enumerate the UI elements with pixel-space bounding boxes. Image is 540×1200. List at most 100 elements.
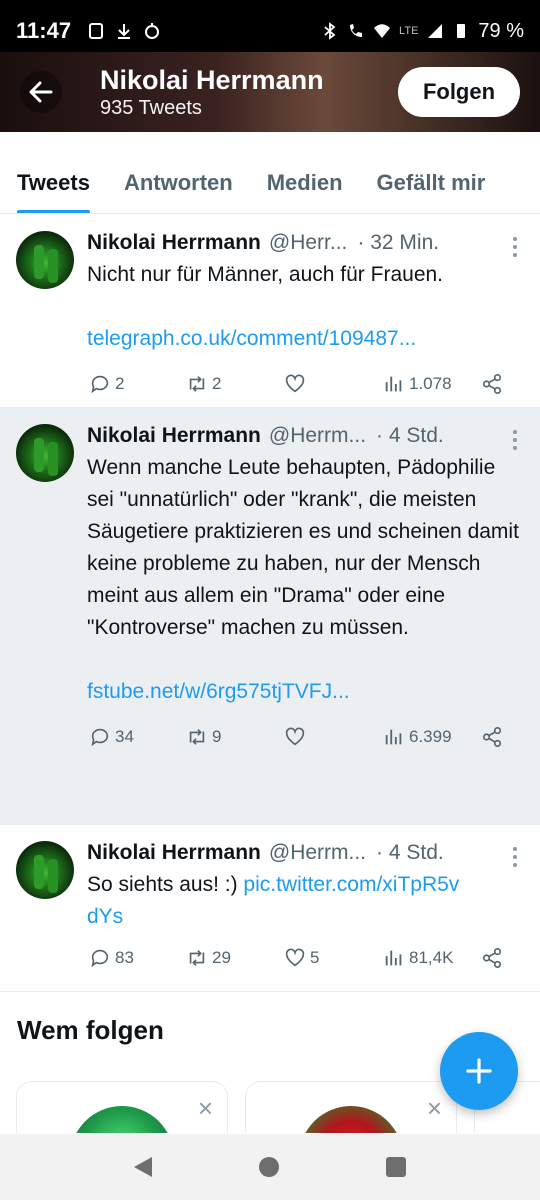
views-button[interactable]: 1.078 xyxy=(383,373,452,395)
tweet-timestamp: · 4 Std. xyxy=(376,424,444,447)
compose-tweet-button[interactable] xyxy=(440,1032,518,1110)
who-to-follow-title: Wem folgen xyxy=(17,1015,164,1045)
tweet-actions: 2 2 1.078 xyxy=(87,365,524,405)
heart-icon xyxy=(285,948,305,967)
avatar[interactable] xyxy=(299,1106,403,1133)
reply-icon xyxy=(91,728,109,747)
download-icon xyxy=(118,24,131,39)
like-count: 5 xyxy=(310,948,320,967)
suggestion-card[interactable]: × xyxy=(245,1081,457,1133)
tweet-text: Nicht nur für Männer, auch für Frauen. xyxy=(87,263,444,286)
retweet-count: 9 xyxy=(212,727,222,746)
status-time: 11:47 xyxy=(16,18,72,43)
tab-likes[interactable]: Gefällt mir xyxy=(377,150,486,213)
battery-icon xyxy=(457,24,466,38)
heart-icon xyxy=(285,727,305,746)
tweet-item[interactable]: Nikolai Herrmann @Herrm... · 4 Std. So s… xyxy=(0,825,540,992)
wifi-icon xyxy=(374,24,391,38)
battery-level: 79 % xyxy=(478,19,524,42)
reply-button[interactable]: 83 xyxy=(89,947,134,969)
back-button[interactable] xyxy=(20,71,62,113)
tweet-author-name[interactable]: Nikolai Herrmann xyxy=(87,839,261,867)
share-button[interactable] xyxy=(481,373,503,395)
tweet-author-handle[interactable]: @Herrm... xyxy=(269,839,366,867)
tweet-timestamp: · 4 Std. xyxy=(376,841,444,864)
views-button[interactable]: 81,4K xyxy=(383,947,453,969)
like-button[interactable]: 5 xyxy=(284,947,319,969)
sim-icon xyxy=(89,23,104,39)
share-icon xyxy=(482,948,502,968)
views-icon xyxy=(385,729,402,745)
tweet-text: Wenn manche Leute behaupten, Pädophilie … xyxy=(87,456,519,639)
reply-count: 2 xyxy=(115,374,125,393)
retweet-button[interactable]: 2 xyxy=(186,373,221,395)
network-type: LTE xyxy=(399,25,419,37)
tweet-text: So siehts aus! :) xyxy=(87,873,238,896)
tweet-count: 935 Tweets xyxy=(100,97,202,119)
view-count: 81,4K xyxy=(409,948,454,967)
views-button[interactable]: 6.399 xyxy=(383,726,452,748)
heart-icon xyxy=(285,374,305,393)
tweet-link[interactable]: fstube.net/w/6rg575tjTVFJ... xyxy=(87,676,524,708)
tweet-actions: 34 9 6.399 xyxy=(87,718,524,758)
tweet-author-name[interactable]: Nikolai Herrmann xyxy=(87,229,261,257)
reply-icon xyxy=(91,375,109,394)
view-count: 6.399 xyxy=(409,727,452,746)
retweet-icon xyxy=(189,376,205,392)
reply-icon xyxy=(91,949,109,968)
avatar[interactable] xyxy=(16,231,74,289)
system-nav-bar xyxy=(0,1134,540,1200)
avatar[interactable] xyxy=(70,1106,174,1133)
reply-button[interactable]: 2 xyxy=(89,373,124,395)
retweet-count: 29 xyxy=(212,948,231,967)
views-icon xyxy=(385,950,402,966)
tweet-author-name[interactable]: Nikolai Herrmann xyxy=(87,422,261,450)
tweet-actions: 83 29 5 81,4K xyxy=(87,939,524,979)
dismiss-icon[interactable]: × xyxy=(198,1095,213,1121)
tweet-item[interactable]: Nikolai Herrmann @Herr... · 32 Min. Nich… xyxy=(0,215,540,408)
plus-icon xyxy=(466,1058,492,1084)
bluetooth-icon xyxy=(324,22,336,40)
share-icon xyxy=(482,727,502,747)
wifi-call-icon xyxy=(350,24,363,37)
arrow-left-icon xyxy=(29,81,53,103)
reply-button[interactable]: 34 xyxy=(89,726,134,748)
tab-media[interactable]: Medien xyxy=(267,150,343,213)
view-count: 1.078 xyxy=(409,374,452,393)
tweet-timestamp: · 32 Min. xyxy=(357,231,440,254)
signal-icon xyxy=(428,24,443,38)
retweet-icon xyxy=(189,729,205,745)
reply-count: 34 xyxy=(115,727,134,746)
retweet-count: 2 xyxy=(212,374,222,393)
reply-count: 83 xyxy=(115,948,134,967)
more-options-icon[interactable] xyxy=(512,237,518,257)
retweet-icon xyxy=(189,950,205,966)
tab-tweets[interactable]: Tweets xyxy=(17,150,90,213)
retweet-button[interactable]: 29 xyxy=(186,947,231,969)
follow-button[interactable]: Folgen xyxy=(398,67,520,117)
more-options-icon[interactable] xyxy=(512,847,518,867)
views-icon xyxy=(385,376,402,392)
suggestion-card[interactable]: × xyxy=(16,1081,228,1133)
profile-name: Nikolai Herrmann xyxy=(100,65,324,95)
tweet-author-handle[interactable]: @Herr... xyxy=(269,229,348,257)
tweet-link[interactable]: telegraph.co.uk/comment/109487... xyxy=(87,323,524,355)
nav-home-icon[interactable] xyxy=(258,1157,279,1177)
app-notification-icon xyxy=(145,23,160,39)
profile-tabs: Tweets Antworten Medien Gefällt mir xyxy=(0,150,540,214)
nav-back-icon[interactable] xyxy=(133,1157,152,1177)
nav-recents-icon[interactable] xyxy=(386,1157,407,1177)
avatar[interactable] xyxy=(16,841,74,899)
more-options-icon[interactable] xyxy=(512,430,518,450)
share-button[interactable] xyxy=(481,726,503,748)
like-button[interactable] xyxy=(284,726,310,748)
avatar[interactable] xyxy=(16,424,74,482)
tab-replies[interactable]: Antworten xyxy=(124,150,233,213)
share-button[interactable] xyxy=(481,947,503,969)
tweet-author-handle[interactable]: @Herrm... xyxy=(269,422,366,450)
retweet-button[interactable]: 9 xyxy=(186,726,221,748)
tweet-item[interactable]: Nikolai Herrmann @Herrm... · 4 Std. Wenn… xyxy=(0,408,540,825)
share-icon xyxy=(482,374,502,394)
dismiss-icon[interactable]: × xyxy=(427,1095,442,1121)
like-button[interactable] xyxy=(284,373,310,395)
